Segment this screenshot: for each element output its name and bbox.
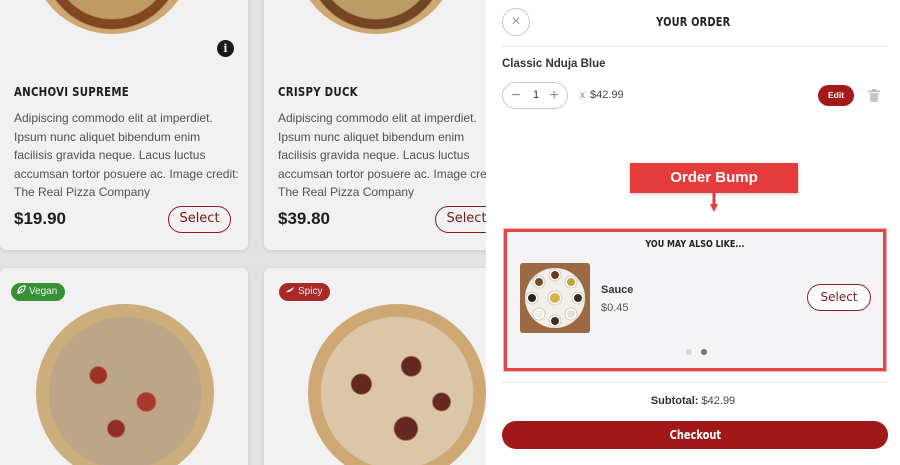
header-divider [502,46,888,47]
upsell-item-name: Sauce [601,284,634,296]
order-bump-annotation: Order Bump [630,163,798,193]
checkout-label: Checkout [669,428,721,442]
edit-button[interactable]: Edit [818,85,854,106]
panel-title: YOUR ORDER [486,15,900,29]
price-value: $42.99 [590,89,624,101]
menu-dim-overlay[interactable] [0,0,486,465]
order-panel: × YOUR ORDER Classic Nduja Blue − 1 + x $… [486,0,900,465]
menu-background: i ANCHOVI SUPREME Adipiscing commodo eli… [0,0,486,465]
order-item-price: x $42.99 [580,89,624,101]
carousel-dot-1[interactable] [686,349,692,355]
upsell-select-button[interactable]: Select [807,284,871,311]
subtotal-value: $42.99 [701,395,736,407]
plus-icon[interactable]: + [546,86,562,106]
subtotal-divider [502,382,888,383]
order-item-name: Classic Nduja Blue [502,58,606,70]
trash-icon[interactable] [868,89,880,102]
carousel-dot-2-active[interactable] [701,349,707,355]
subtotal: Subtotal: $42.99 [486,395,900,407]
upsell-box: YOU MAY ALSO LIKE... Sauce $0.45 Select [504,229,886,371]
times-sign: x [580,90,585,101]
subtotal-label: Subtotal: [650,395,699,407]
arrow-down-icon [710,193,718,212]
checkout-button[interactable]: Checkout [502,421,888,449]
quantity-value[interactable]: 1 [527,89,545,101]
upsell-heading-text: YOU MAY ALSO LIKE... [645,239,745,250]
quantity-stepper: − 1 + [502,82,568,109]
upsell-item-price: $0.45 [601,302,629,314]
sauce-image [520,263,590,333]
upsell-heading: YOU MAY ALSO LIKE... [507,239,883,250]
minus-icon[interactable]: − [508,86,524,106]
panel-title-text: YOUR ORDER [655,15,731,29]
